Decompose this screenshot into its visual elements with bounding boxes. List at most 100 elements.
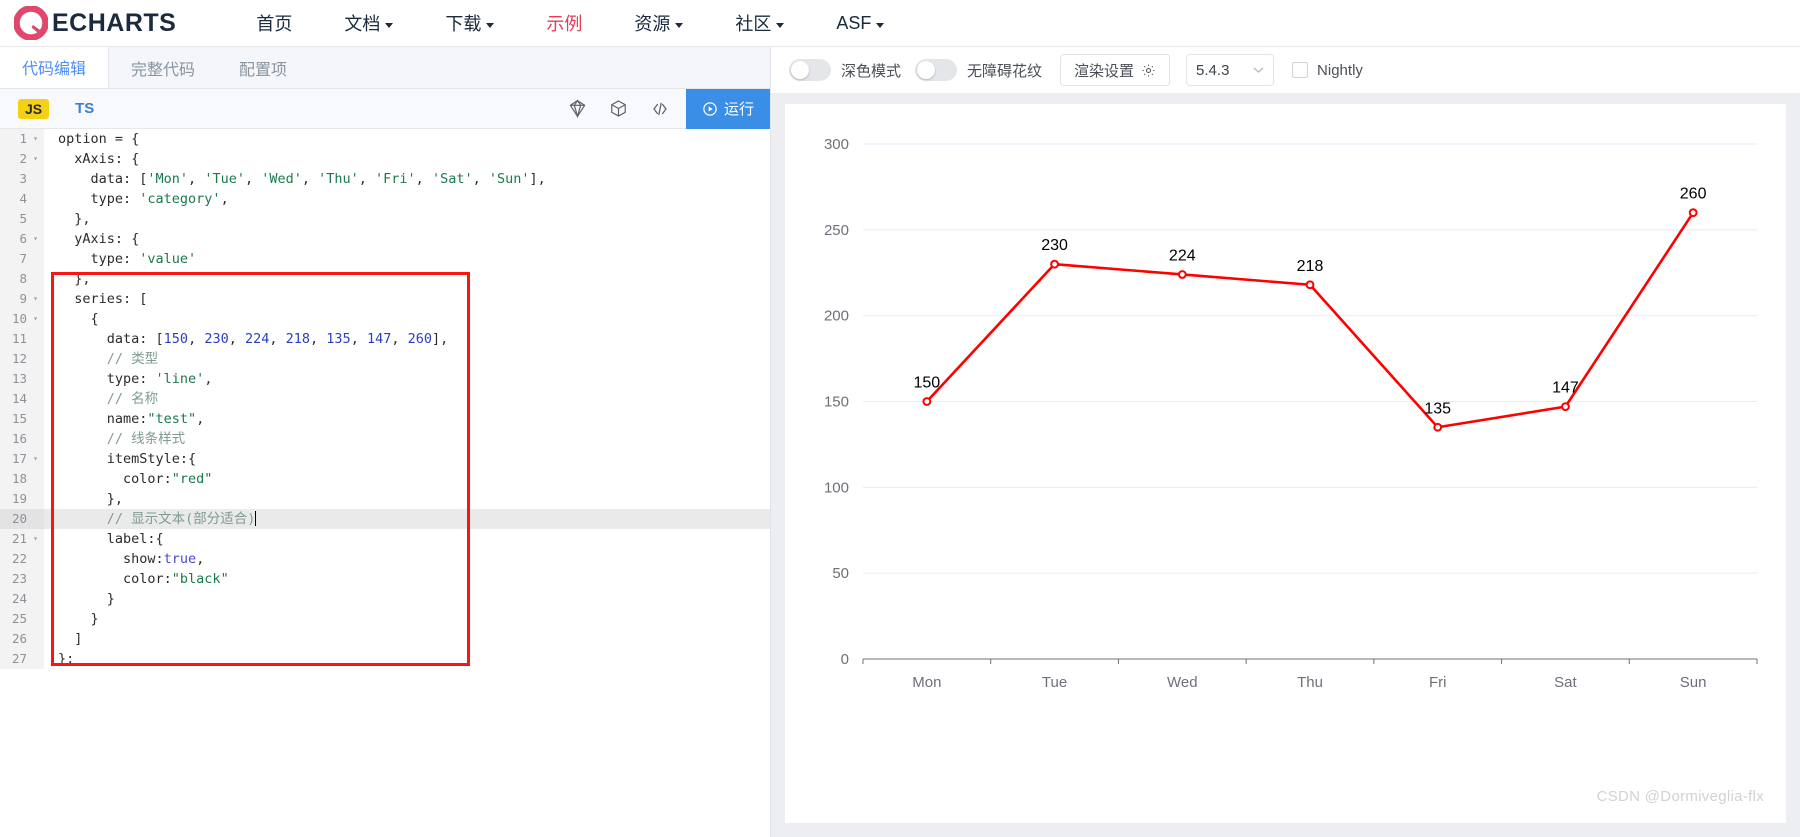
lang-js-button[interactable]: JS (18, 98, 50, 119)
data-point-marker[interactable] (1433, 422, 1443, 432)
fold-arrow-icon[interactable]: ▾ (30, 129, 38, 149)
code-line-text: // 显示文本(部分适合) (58, 511, 257, 527)
line-number: 10 ▾ (0, 309, 44, 329)
editor-tab-0[interactable]: 代码编辑 (0, 47, 110, 88)
code-line[interactable]: 16 // 线条样式 (0, 429, 770, 449)
code-line[interactable]: 23 color:"black" (0, 569, 770, 589)
editor-tab-1[interactable]: 完整代码 (109, 47, 217, 88)
version-select[interactable]: 5.4.3 (1186, 54, 1275, 86)
editor-tab-2[interactable]: 配置项 (217, 47, 309, 88)
gem-icon[interactable] (568, 99, 587, 118)
data-point-label: 230 (1041, 237, 1068, 254)
data-point-marker[interactable] (1050, 259, 1059, 269)
code-line[interactable]: 9 ▾ series: [ (0, 289, 770, 309)
fold-arrow-icon[interactable]: ▾ (30, 449, 38, 469)
code-line[interactable]: 2 ▾ xAxis: { (0, 149, 770, 169)
fold-arrow-icon[interactable]: ▾ (30, 309, 38, 329)
fold-arrow-icon[interactable]: ▾ (30, 149, 38, 169)
echarts-logo[interactable]: ECHARTS (14, 6, 176, 40)
data-point-marker[interactable] (922, 397, 932, 406)
code-line[interactable]: 22 show:true, (0, 549, 770, 569)
code-line-text: type: 'category', (58, 191, 229, 207)
render-settings-button[interactable]: 渲染设置 (1060, 54, 1171, 86)
x-axis-tick-label: Wed (1167, 674, 1198, 691)
code-line[interactable]: 1 ▾ option = { (0, 129, 770, 149)
dark-mode-toggle[interactable] (789, 59, 831, 81)
code-line[interactable]: 21 ▾ label:{ (0, 529, 770, 549)
play-icon (702, 101, 718, 117)
code-line[interactable]: 7 type: 'value' (0, 249, 770, 269)
code-line[interactable]: 11 data: [150, 230, 224, 218, 135, 147, … (0, 329, 770, 349)
run-button[interactable]: 运行 (685, 88, 770, 129)
code-line[interactable]: 19 }, (0, 489, 770, 509)
cube-icon[interactable] (609, 99, 628, 118)
nightly-label: Nightly (1317, 61, 1363, 79)
code-line-text: }, (58, 211, 91, 227)
code-line[interactable]: 3 data: ['Mon', 'Tue', 'Wed', 'Thu', 'Fr… (0, 169, 770, 189)
code-line[interactable]: 10 ▾ { (0, 309, 770, 329)
editor-tab-label: 配置项 (239, 61, 288, 79)
code-line-text: }; (58, 651, 75, 667)
code-line[interactable]: 25 } (0, 609, 770, 629)
code-line[interactable]: 18 color:"red" (0, 469, 770, 489)
code-line[interactable]: 20 // 显示文本(部分适合) (0, 509, 770, 529)
line-number: 8 (0, 269, 44, 289)
data-point-marker[interactable] (1305, 280, 1315, 290)
code-line[interactable]: 13 type: 'line', (0, 369, 770, 389)
caret-down-icon (876, 22, 885, 28)
line-number: 22 (0, 549, 44, 569)
code-line[interactable]: 17 ▾ itemStyle:{ (0, 449, 770, 469)
code-line-text: type: 'line', (58, 371, 213, 387)
line-number: 19 (0, 489, 44, 509)
nightly-checkbox-wrap[interactable]: Nightly (1292, 62, 1363, 79)
code-line-text: color:"black" (58, 571, 229, 587)
code-line-text: { (58, 311, 99, 327)
code-line[interactable]: 24 } (0, 589, 770, 609)
render-settings-label: 渲染设置 (1074, 62, 1135, 80)
fold-arrow-icon[interactable]: ▾ (30, 289, 38, 309)
code-line[interactable]: 27}; (0, 649, 770, 669)
chart-card: 0 50 100 150 200 250 300 Mon Tue Wed Thu Fri Sat Sun 1… (785, 104, 1786, 823)
nav-item-5[interactable]: 社区 (709, 10, 810, 36)
fold-arrow-icon[interactable]: ▾ (30, 229, 38, 249)
code-line-text: }, (58, 271, 91, 287)
code-brackets-icon[interactable] (650, 100, 670, 118)
line-number: 15 (0, 409, 44, 429)
dark-mode-label: 深色模式 (841, 62, 902, 80)
data-point-marker[interactable] (1177, 270, 1187, 279)
code-line[interactable]: 8 }, (0, 269, 770, 289)
code-line[interactable]: 26 ] (0, 629, 770, 649)
watermark: CSDN @Dormiveglia-flx (1596, 788, 1764, 805)
code-line-text: data: ['Mon', 'Tue', 'Wed', 'Thu', 'Fri'… (58, 171, 546, 187)
code-line-text: }, (58, 491, 124, 507)
code-line[interactable]: 4 type: 'category', (0, 189, 770, 209)
line-number: 5 (0, 209, 44, 229)
nav-item-2[interactable]: 下载 (419, 10, 520, 36)
code-line[interactable]: 12 // 类型 (0, 349, 770, 369)
data-point-marker[interactable] (1561, 402, 1570, 412)
caret-down-icon (675, 22, 684, 28)
nav-item-4[interactable]: 资源 (608, 10, 709, 36)
lang-ts-button[interactable]: TS (75, 100, 94, 117)
nightly-checkbox[interactable] (1292, 62, 1309, 78)
line-chart[interactable]: 0 50 100 150 200 250 300 Mon Tue Wed Thu Fri Sat Sun 1… (785, 104, 1785, 794)
data-point-marker[interactable] (1688, 208, 1698, 218)
line-number: 26 (0, 629, 44, 649)
nav-item-0[interactable]: 首页 (230, 10, 318, 36)
code-line[interactable]: 15 name:"test", (0, 409, 770, 429)
line-number: 11 (0, 329, 44, 349)
toggle-knob (791, 61, 809, 79)
code-line[interactable]: 6 ▾ yAxis: { (0, 229, 770, 249)
run-button-label: 运行 (723, 101, 754, 118)
nav-item-label: 资源 (634, 14, 671, 34)
nav-item-1[interactable]: 文档 (318, 10, 419, 36)
nav-item-3[interactable]: 示例 (520, 10, 608, 36)
y-axis-tick-label: 150 (824, 394, 849, 411)
nav-item-6[interactable]: ASF (810, 13, 910, 34)
accessibility-pattern-toggle[interactable] (915, 59, 958, 81)
fold-arrow-icon[interactable]: ▾ (30, 529, 38, 549)
code-editor[interactable]: 1 ▾ option = {2 ▾ xAxis: {3 data: ['Mon', '… (0, 129, 770, 837)
code-line[interactable]: 5 }, (0, 209, 770, 229)
code-line[interactable]: 14 // 名称 (0, 389, 770, 409)
line-number: 20 (0, 509, 44, 529)
